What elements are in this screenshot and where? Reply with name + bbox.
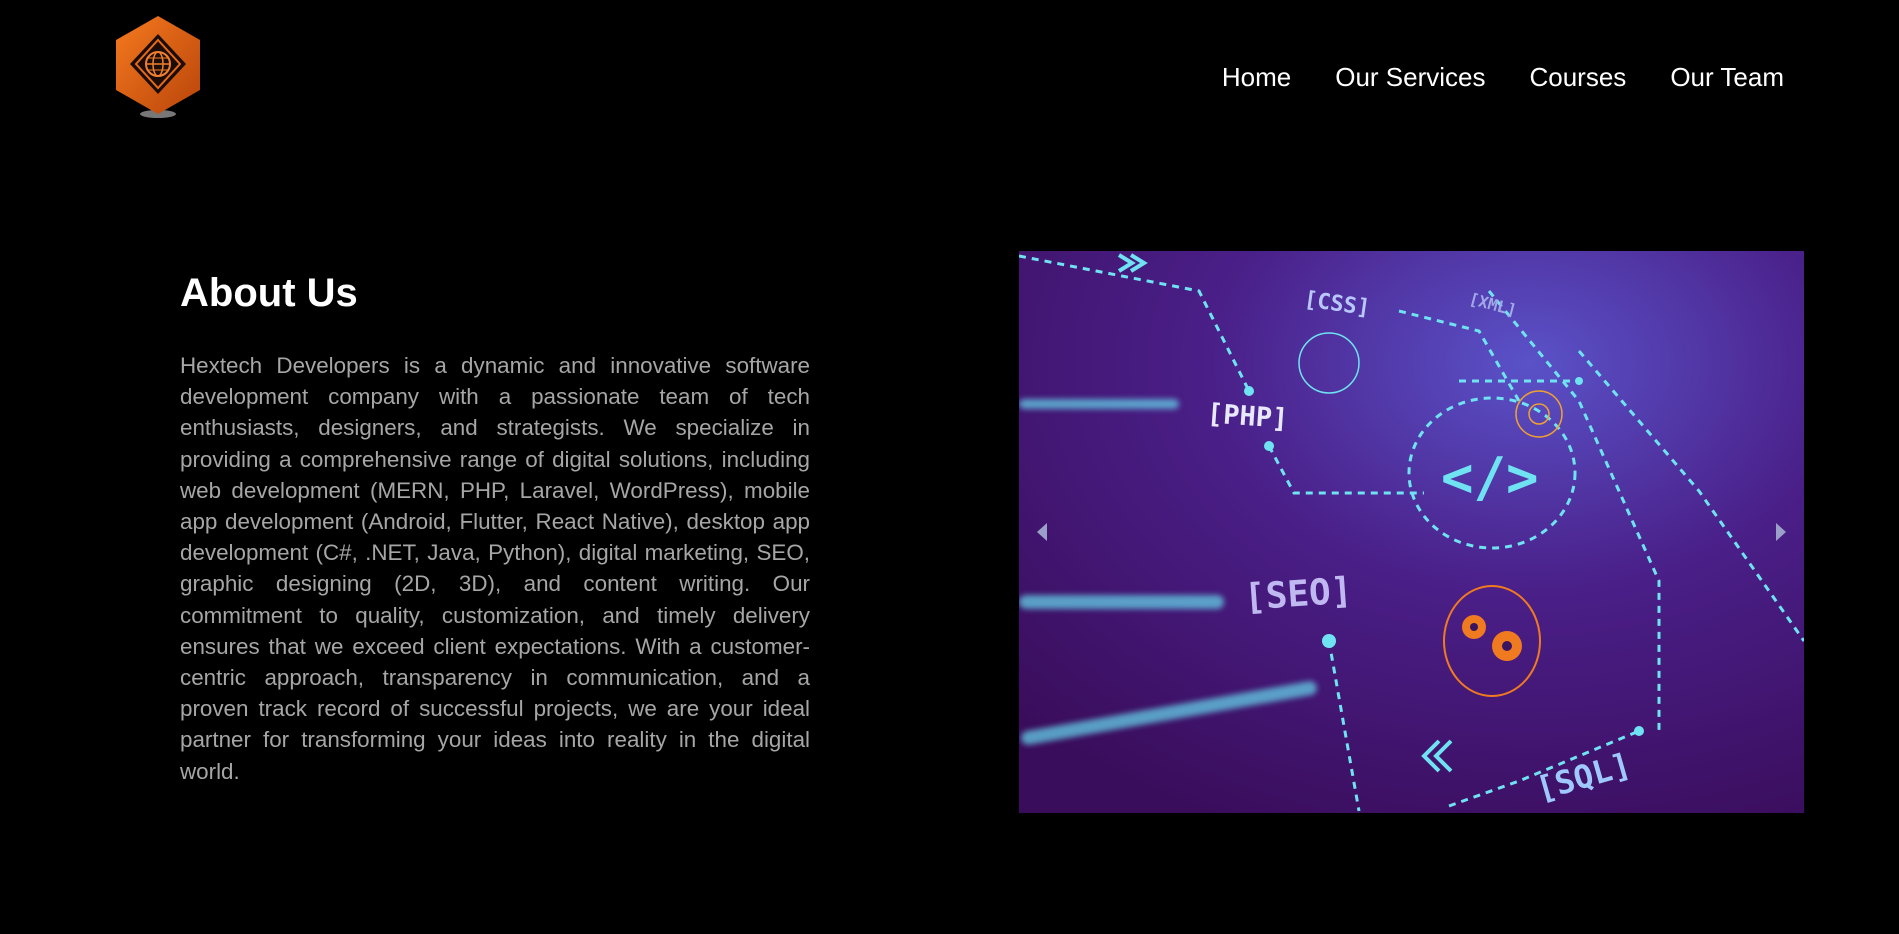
chevron-left-icon [1037, 523, 1047, 541]
carousel-prev-button[interactable] [1027, 512, 1057, 552]
carousel-next-button[interactable] [1766, 512, 1796, 552]
page: Home Our Services Courses Our Team About… [0, 0, 1899, 934]
nav-home[interactable]: Home [1222, 62, 1291, 92]
nav-courses[interactable]: Courses [1529, 62, 1626, 92]
hexagon-globe-logo-icon [116, 16, 200, 118]
about-title: About Us [180, 271, 358, 315]
code-symbol: </> [1441, 446, 1539, 509]
nav-our-services[interactable]: Our Services [1335, 62, 1485, 92]
tech-circuit-image: [CSS] [XML] [PHP] [SEO] [SQL] </> [1019, 251, 1804, 813]
seo-tag: [SEO] [1243, 570, 1354, 618]
php-tag: [PHP] [1206, 398, 1289, 435]
image-carousel[interactable]: [CSS] [XML] [PHP] [SEO] [SQL] </> [1019, 251, 1804, 813]
main-nav: Home Our Services Courses Our Team [1222, 62, 1784, 92]
about-section: About Us Hextech Developers is a dynamic… [180, 268, 810, 787]
nav-our-team[interactable]: Our Team [1670, 62, 1784, 92]
about-body: Hextech Developers is a dynamic and inno… [180, 353, 810, 784]
chevron-right-icon [1776, 523, 1786, 541]
company-logo[interactable] [110, 14, 206, 120]
